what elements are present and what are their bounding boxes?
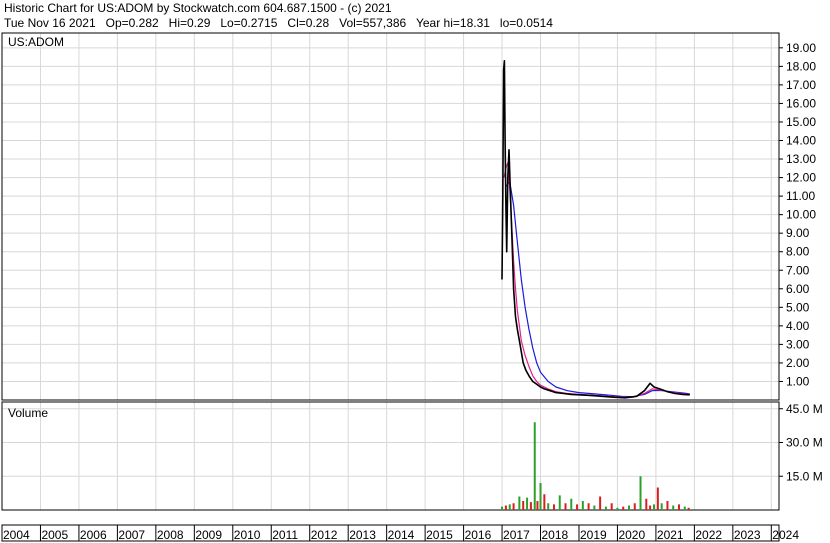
volume-y-tick-label: 15.0 M	[786, 469, 823, 483]
price-y-tick-label: 18.00	[786, 59, 816, 73]
x-tick-label: 2006	[80, 528, 107, 542]
volume-bar	[649, 505, 652, 510]
volume-bar	[533, 422, 536, 510]
volume-bar	[672, 505, 675, 510]
volume-bar	[639, 476, 642, 510]
x-tick-label: 2010	[234, 528, 261, 542]
volume-bar	[677, 504, 680, 510]
volume-bar	[593, 505, 596, 510]
x-tick-label: 2023	[734, 528, 761, 542]
price-y-tick-label: 15.00	[786, 115, 816, 129]
volume-bar	[622, 506, 625, 510]
price-y-tick-label: 16.00	[786, 96, 816, 110]
volume-bar	[599, 496, 602, 510]
x-tick-label: 2021	[657, 528, 684, 542]
price-y-tick-label: 4.00	[786, 319, 810, 333]
volume-bar	[512, 503, 515, 510]
volume-panel-grid	[2, 402, 779, 510]
x-tick-label: 2020	[618, 528, 645, 542]
volume-y-axis: 15.0 M 30.0 M 45.0 M	[779, 402, 823, 483]
volume-y-tick-label: 30.0 M	[786, 436, 823, 450]
x-tick-label: 2013	[349, 528, 376, 542]
volume-bar	[576, 504, 579, 510]
symbol-label: US:ADOM	[8, 35, 64, 49]
volume-bar	[501, 506, 504, 510]
price-series-ma-short	[503, 162, 690, 398]
volume-bar	[529, 502, 532, 510]
volume-bar	[552, 504, 555, 510]
volume-bar	[504, 505, 507, 510]
price-y-tick-label: 9.00	[786, 226, 810, 240]
volume-bar	[526, 497, 529, 510]
volume-bar	[604, 506, 607, 510]
x-tick-label: 2014	[388, 528, 415, 542]
price-series-price	[501, 59, 690, 399]
volume-bar	[633, 503, 636, 510]
price-y-tick-label: 2.00	[786, 356, 810, 370]
volume-y-tick-label: 45.0 M	[786, 402, 823, 416]
price-y-tick-label: 14.00	[786, 134, 816, 148]
volume-bar	[536, 501, 539, 510]
x-tick-label: 2008	[157, 528, 184, 542]
x-tick-label: 2005	[41, 528, 68, 542]
x-axis-years: 2004 2005 2006 2007 2008 2009 2010 2011 2012 2013…	[3, 525, 799, 542]
price-y-tick-label: 11.00	[786, 189, 815, 203]
x-tick-label: 2004	[3, 528, 30, 542]
x-tick-label: 2012	[311, 528, 338, 542]
volume-bar	[508, 504, 511, 510]
price-y-tick-label: 17.00	[786, 78, 816, 92]
volume-bar	[616, 507, 619, 510]
x-tick-label: 2024	[772, 528, 799, 542]
price-panel-grid	[2, 33, 779, 400]
volume-panel-frame	[1, 401, 780, 511]
price-y-tick-label: 5.00	[786, 300, 810, 314]
volume-bar	[610, 503, 613, 510]
x-tick-label: 2017	[503, 528, 530, 542]
volume-bar	[547, 503, 550, 510]
x-tick-label: 2007	[118, 528, 145, 542]
volume-bar	[660, 503, 663, 510]
price-y-axis: 1.00 2.00 3.00 4.00 5.00 6.00 7.00 8.00 9.00 10.0…	[779, 41, 816, 388]
volume-bar	[645, 498, 648, 510]
volume-bar	[683, 506, 686, 510]
volume-label: Volume	[8, 406, 48, 420]
volume-bar	[666, 501, 669, 510]
x-tick-label: 2019	[580, 528, 607, 542]
price-y-tick-label: 19.00	[786, 41, 816, 55]
volume-bar	[564, 503, 567, 510]
x-tick-label: 2018	[542, 528, 569, 542]
volume-bars-layer	[501, 422, 690, 510]
price-y-tick-label: 3.00	[786, 337, 810, 351]
x-tick-label: 2015	[426, 528, 453, 542]
volume-bar	[656, 487, 659, 510]
volume-bar	[518, 496, 521, 510]
volume-bar	[522, 501, 525, 510]
volume-bar	[570, 498, 573, 510]
volume-bar	[587, 503, 590, 510]
price-y-tick-label: 7.00	[786, 263, 810, 277]
price-y-tick-label: 13.00	[786, 152, 816, 166]
price-y-tick-label: 10.00	[786, 208, 816, 222]
volume-bar	[581, 501, 584, 510]
volume-bar	[543, 494, 546, 510]
x-tick-label: 2009	[195, 528, 222, 542]
price-y-tick-label: 6.00	[786, 282, 810, 296]
volume-bar	[558, 495, 561, 510]
x-tick-label: 2016	[465, 528, 492, 542]
x-tick-label: 2022	[695, 528, 722, 542]
price-y-tick-label: 8.00	[786, 245, 810, 259]
price-panel-frame	[1, 32, 780, 401]
historic-chart: US:ADOM Volume 1.00 2.00 3.00 4.00 5.00 6.00 7…	[1, 32, 823, 542]
x-tick-label: 2011	[272, 528, 298, 542]
volume-bar	[687, 507, 690, 510]
price-y-tick-label: 12.00	[786, 171, 816, 185]
price-y-tick-label: 1.00	[786, 374, 810, 388]
volume-bar	[627, 505, 630, 510]
volume-bar	[539, 483, 542, 510]
price-series-layer	[501, 59, 690, 399]
volume-bar	[652, 504, 655, 510]
